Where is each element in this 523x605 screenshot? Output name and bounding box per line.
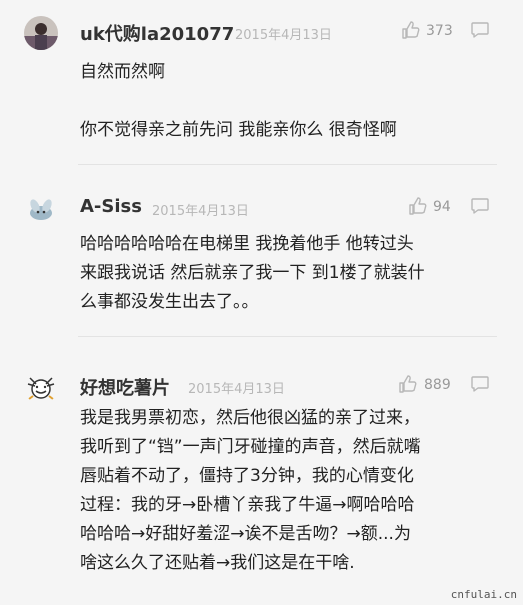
like-count: 94: [433, 199, 451, 215]
comment-item: 好想吃薯片 2015年4月13日 889 我是我男票初恋，然后他很凶猛的亲了过来…: [0, 364, 510, 599]
comment-line: 哈哈哈哈哈哈在电梯里 我挽着他手 他转过头: [80, 234, 414, 254]
thumbs-up-icon[interactable]: [401, 20, 421, 40]
comment-line: 么事都没发生出去了。。: [80, 292, 259, 312]
like-count: 889: [424, 377, 451, 393]
avatar[interactable]: [24, 192, 58, 226]
comment-line: 来跟我说话 然后就亲了我一下 到1楼了就装什: [80, 263, 425, 283]
user-avatar-icon: [30, 199, 52, 220]
comment-line: 我听到了“铛”一声门牙碰撞的声音，然后就嘴: [80, 437, 421, 457]
comment-text: 自然而然啊 你不觉得亲之前先问 我能亲你么 很奇怪啊: [80, 58, 500, 145]
comment-line: 我是我男票初恋，然后他很凶猛的亲了过来，: [80, 408, 420, 428]
user-avatar-icon: [27, 377, 55, 400]
comment-icon[interactable]: [470, 375, 490, 393]
username[interactable]: uk代购la201077: [80, 20, 234, 46]
like-count: 373: [426, 23, 453, 39]
comment-line: 你不觉得亲之前先问 我能亲你么 很奇怪啊: [80, 120, 397, 140]
username[interactable]: 好想吃薯片: [80, 374, 170, 400]
comment-header: uk代购la201077 2015年4月13日 373: [0, 10, 510, 50]
user-avatar-icon: [24, 16, 58, 50]
comment-item: A-Siss 2015年4月13日 94 哈哈哈哈哈哈在电梯里 我挽着他手 他转…: [0, 186, 510, 346]
comment-line: 唇贴着不动了，僵持了3分钟，我的心情变化: [80, 466, 414, 486]
comment-item: uk代购la201077 2015年4月13日 373 自然而然啊 你不觉得亲之…: [0, 10, 510, 175]
comment-line: 啥这么久了还贴着→我们这是在干啥.: [80, 553, 355, 573]
comment-line: 自然而然啊: [80, 62, 165, 82]
comment-date: 2015年4月13日: [152, 204, 249, 219]
avatar[interactable]: [24, 370, 58, 404]
comment-line: 哈哈哈→好甜好羞涩→诶不是舌吻？→额...为: [80, 524, 411, 544]
divider: [78, 336, 497, 337]
divider: [78, 164, 497, 165]
thumbs-up-icon[interactable]: [398, 374, 418, 394]
comment-line: [80, 87, 500, 116]
comment-text: 哈哈哈哈哈哈在电梯里 我挽着他手 他转过头 来跟我说话 然后就亲了我一下 到1楼…: [80, 230, 500, 317]
comment-date: 2015年4月13日: [235, 28, 332, 43]
comment-header: 好想吃薯片 2015年4月13日 889: [0, 364, 510, 404]
watermark: cnfulai.cn: [450, 588, 517, 601]
comment-line: 过程：我的牙→卧槽丫亲我了牛逼→啊哈哈哈: [80, 495, 415, 515]
avatar[interactable]: [24, 16, 58, 50]
comment-icon[interactable]: [470, 197, 490, 215]
comment-text: 我是我男票初恋，然后他很凶猛的亲了过来， 我听到了“铛”一声门牙碰撞的声音，然后…: [80, 404, 500, 578]
comment-header: A-Siss 2015年4月13日 94: [0, 186, 510, 226]
comment-date: 2015年4月13日: [188, 382, 285, 397]
comment-icon[interactable]: [470, 21, 490, 39]
username[interactable]: A-Siss: [80, 196, 142, 217]
thumbs-up-icon[interactable]: [408, 196, 428, 216]
